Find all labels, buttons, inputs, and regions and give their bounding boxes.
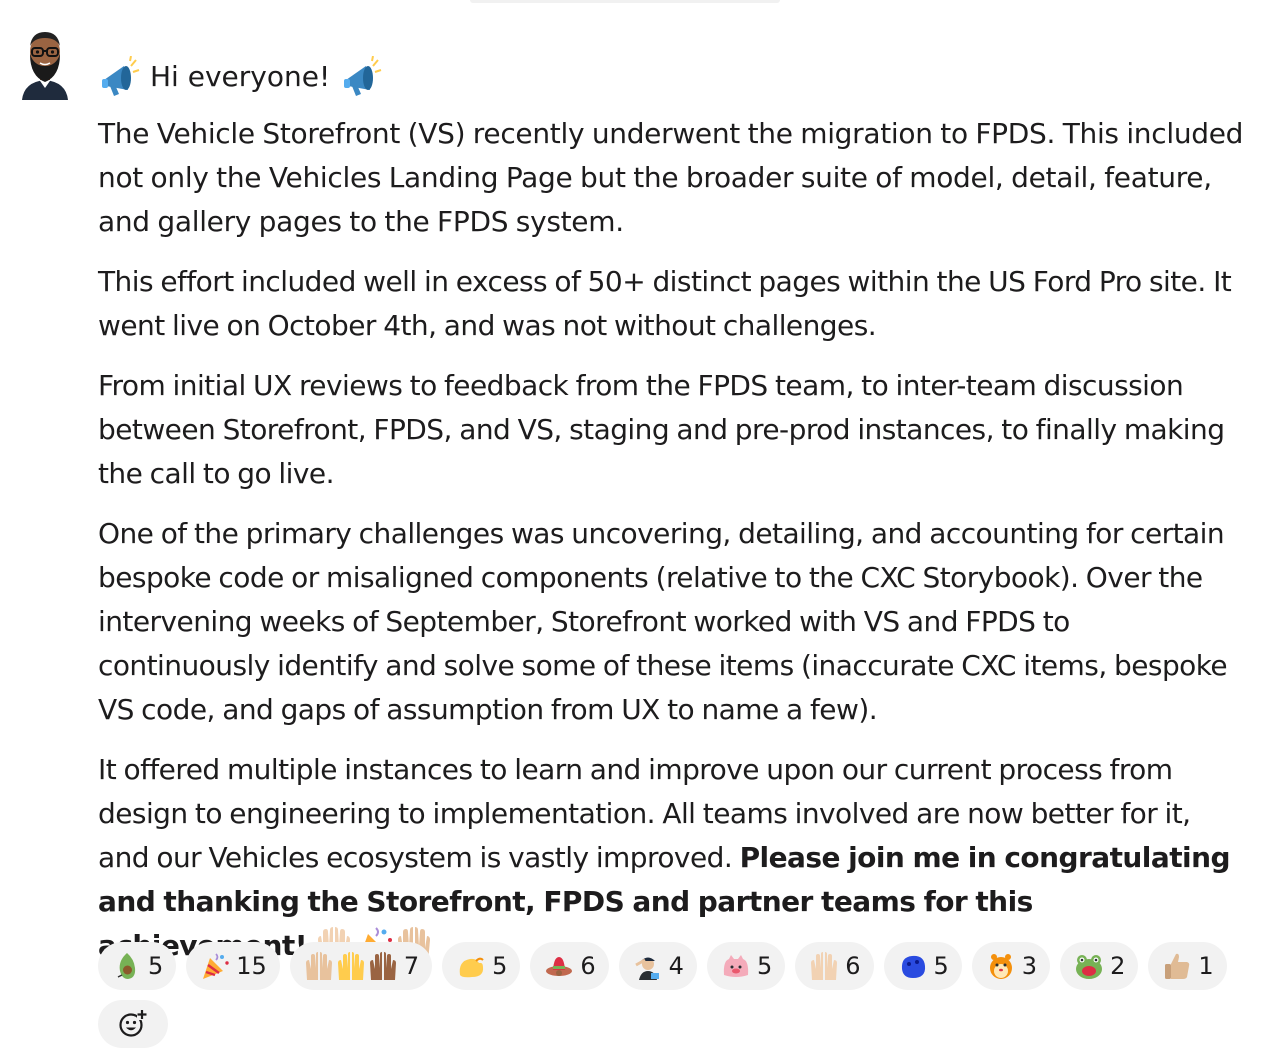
top-edge-divider: [470, 0, 780, 3]
salute-man-icon: [633, 951, 663, 981]
reaction-count: 3: [1021, 952, 1038, 980]
raised-hands-dark-icon: [368, 951, 398, 981]
raised-hands-light-icon: [304, 951, 334, 981]
reaction-thumbs-up[interactable]: 1: [1148, 942, 1227, 990]
reaction-raised-hands-set[interactable]: 7: [289, 942, 433, 990]
message-paragraph: From initial UX reviews to feedback from…: [98, 369, 1225, 490]
reaction-sombrero[interactable]: 6: [530, 942, 609, 990]
avatar[interactable]: [20, 26, 70, 100]
reaction-count: 5: [148, 952, 164, 980]
yellow-blob-icon: [456, 951, 486, 981]
greeting-text: Hi everyone!: [150, 60, 331, 93]
reaction-blue-blob[interactable]: 5: [883, 942, 962, 990]
reaction-count: 5: [756, 952, 773, 980]
reaction-raised-hands[interactable]: 6: [795, 942, 874, 990]
add-emoji-icon: [118, 1009, 148, 1039]
raised-hands-yellow-icon: [336, 951, 366, 981]
megaphone-icon: [98, 55, 140, 98]
message-paragraph: This effort included well in excess of 5…: [98, 265, 1232, 342]
reaction-pink-pig[interactable]: 5: [706, 942, 786, 990]
megaphone-icon: [340, 55, 382, 98]
message-body: Hi everyone! The Vehicle Storefront (VS)…: [98, 55, 1248, 984]
reaction-count: 4: [668, 952, 684, 980]
reaction-party-popper[interactable]: 15: [186, 942, 280, 990]
message-paragraph: One of the primary challenges was uncove…: [98, 517, 1228, 726]
message-paragraph-closing: It offered multiple instances to learn a…: [98, 748, 1248, 968]
reaction-count: 1: [1198, 952, 1214, 980]
reaction-avocado[interactable]: 5: [98, 942, 177, 990]
reaction-frog[interactable]: 2: [1060, 942, 1139, 990]
reaction-count: 6: [580, 952, 596, 980]
blue-blob-icon: [898, 951, 928, 981]
avocado-icon: [112, 951, 142, 981]
party-popper-icon: [200, 951, 230, 981]
reaction-count: 15: [236, 952, 267, 980]
pink-pig-icon: [721, 951, 751, 981]
message-paragraph: The Vehicle Storefront (VS) recently und…: [98, 117, 1244, 238]
reaction-salute-man[interactable]: 4: [618, 942, 697, 990]
thumbs-up-icon: [1162, 951, 1192, 981]
sombrero-icon: [544, 951, 574, 981]
reaction-yellow-blob[interactable]: 5: [442, 942, 521, 990]
add-reaction-button[interactable]: [98, 1000, 168, 1048]
reaction-count: 5: [933, 952, 949, 980]
greeting-line: Hi everyone!: [98, 55, 1248, 98]
raised-hands-light-icon: [809, 951, 839, 981]
frog-icon: [1074, 951, 1104, 981]
reaction-count: 7: [403, 952, 420, 980]
hamster-icon: [986, 951, 1016, 981]
reaction-hamster[interactable]: 3: [971, 942, 1051, 990]
reaction-count: 5: [492, 952, 508, 980]
reaction-count: 6: [845, 952, 861, 980]
reaction-count: 2: [1110, 952, 1126, 980]
reactions-bar: 5 15 7 5 6 4 5 6 5 3 2 1: [98, 942, 1248, 1048]
